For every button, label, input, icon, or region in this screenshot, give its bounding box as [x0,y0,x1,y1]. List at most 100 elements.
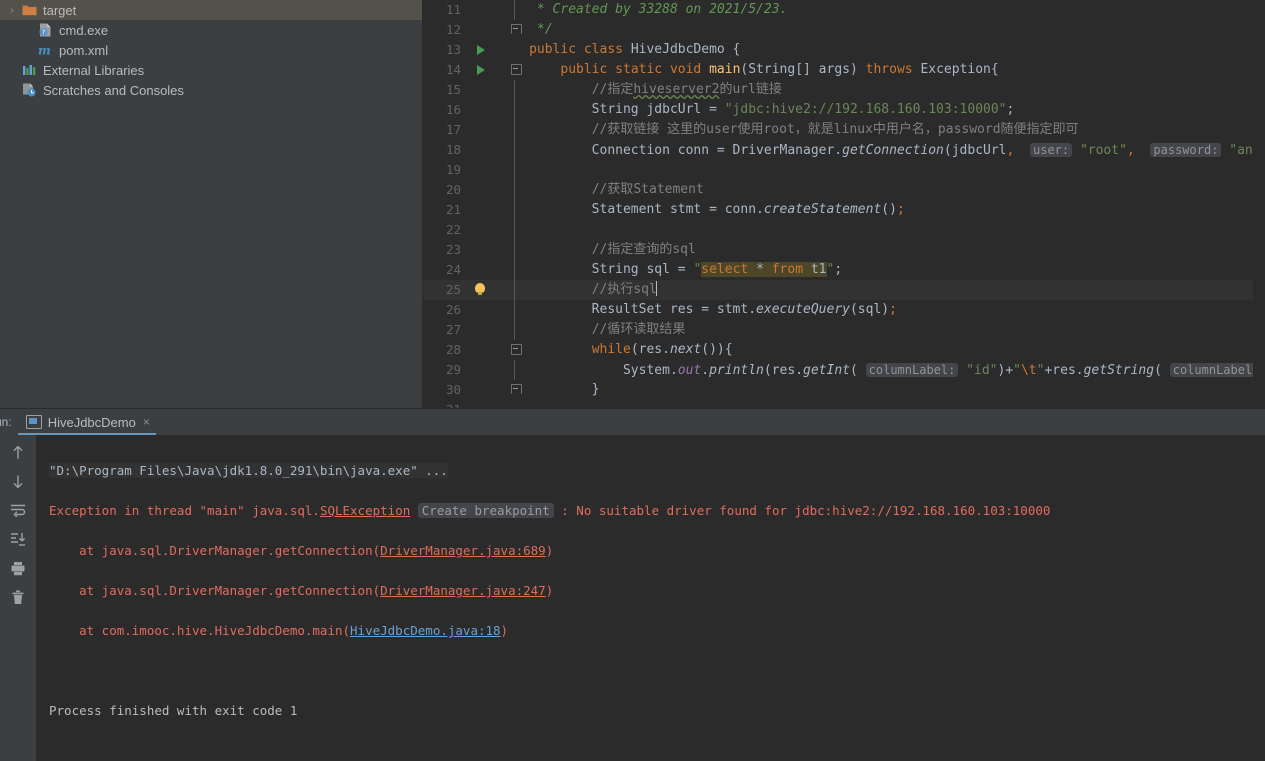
fold-marker-icon[interactable] [511,24,523,34]
fold-column[interactable] [511,60,523,80]
fold-column[interactable] [511,300,519,320]
gutter-icons[interactable] [467,380,511,400]
code-line[interactable]: 30 } [423,380,1265,400]
rerun-up-icon[interactable] [8,443,28,461]
fold-column[interactable] [511,280,519,300]
gutter-icons[interactable] [467,180,511,200]
fold-column[interactable] [511,20,523,40]
stack-link-current-file[interactable]: HiveJdbcDemo.java:18 [350,623,501,638]
gutter-icons[interactable] [467,300,511,320]
gutter-icons[interactable] [467,260,511,280]
console-output[interactable]: "D:\Program Files\Java\jdk1.8.0_291\bin\… [37,435,1265,761]
create-breakpoint-chip[interactable]: Create breakpoint [417,503,554,518]
code-line[interactable]: 26 ResultSet res = stmt.executeQuery(sql… [423,300,1265,320]
fold-column[interactable] [511,160,519,180]
chevron-right-icon[interactable]: › [4,5,20,16]
fold-column[interactable] [511,200,519,220]
code-line[interactable]: 20 //获取Statement [423,180,1265,200]
code-line[interactable]: 29 System.out.println(res.getInt( column… [423,360,1265,380]
fold-column[interactable] [511,320,519,340]
run-method-icon[interactable] [477,65,486,75]
fold-column[interactable] [511,180,519,200]
tree-item-cmd-exe[interactable]: ? cmd.exe [0,20,422,40]
fold-column[interactable] [511,140,519,160]
code-line[interactable]: 27 //循环读取结果 [423,320,1265,340]
code-line[interactable]: 11 * Created by 33288 on 2021/5/23. [423,0,1265,20]
scroll-to-end-icon[interactable] [8,530,28,548]
gutter-icons[interactable] [467,360,511,380]
fold-marker-icon[interactable] [511,344,523,355]
gutter-icons[interactable] [467,240,511,260]
fold-line [514,300,516,320]
code-text: Connection conn = DriverManager.getConne… [529,143,1265,158]
code-line[interactable]: 28 while(res.next()){ [423,340,1265,360]
stack-link[interactable]: DriverManager.java:689 [380,543,546,558]
gutter-icons[interactable] [467,60,511,80]
tree-item-scratches-and-consoles[interactable]: Scratches and Consoles [0,80,422,100]
code-line[interactable]: 16 String jdbcUrl = "jdbc:hive2://192.16… [423,100,1265,120]
code-line[interactable]: 22 [423,220,1265,240]
code-line[interactable]: 23 //指定查询的sql [423,240,1265,260]
tree-item-pom-xml[interactable]: m pom.xml [0,40,422,60]
fold-column[interactable] [511,240,519,260]
code-line-current[interactable]: 25 //执行sql [423,280,1265,300]
gutter-icons[interactable] [467,220,511,240]
stack-link[interactable]: DriverManager.java:247 [380,583,546,598]
fold-column[interactable] [511,340,523,360]
gutter-icons[interactable] [467,0,511,20]
fold-marker-icon[interactable] [511,64,523,75]
code-line[interactable]: 31 [423,400,1265,408]
tree-item-target[interactable]: › target [0,0,423,20]
folder-icon [20,2,38,18]
fold-column[interactable] [511,360,519,380]
code-line[interactable]: 18 Connection conn = DriverManager.getCo… [423,140,1265,160]
close-icon[interactable]: × [143,415,150,429]
code-line[interactable]: 15 //指定hiveserver2的url链接 [423,80,1265,100]
code-line[interactable]: 24 String sql = "select * from t1"; [423,260,1265,280]
gutter-icons[interactable] [467,400,511,408]
soft-wrap-icon[interactable] [8,501,28,519]
gutter-icons[interactable] [467,20,511,40]
fold-column[interactable] [511,100,519,120]
fold-column[interactable] [511,80,519,100]
fold-column[interactable] [511,40,519,60]
gutter-icons[interactable] [467,140,511,160]
clear-all-trash-icon[interactable] [8,588,28,606]
tree-item-label: pom.xml [59,42,109,58]
code-line[interactable]: 17 //获取链接 这里的user使用root，就是linux中用户名，pass… [423,120,1265,140]
run-toolbar [0,435,37,761]
code-line[interactable]: 21 Statement stmt = conn.createStatement… [423,200,1265,220]
fold-column[interactable] [511,400,519,408]
gutter-icons[interactable] [467,340,511,360]
gutter-icons[interactable] [467,280,511,300]
gutter-icons[interactable] [467,40,511,60]
gutter-icons[interactable] [467,200,511,220]
gutter-icons[interactable] [467,120,511,140]
editor-marker-gutter[interactable] [1253,0,1265,408]
sqlexception-link[interactable]: SQLException [320,503,410,518]
gutter-icons[interactable] [467,160,511,180]
gutter-icons[interactable] [467,100,511,120]
print-icon[interactable] [8,559,28,577]
code-line[interactable]: 19 [423,160,1265,180]
code-line[interactable]: 13 public class HiveJdbcDemo { [423,40,1265,60]
project-tool-window[interactable]: › target ? cmd.exe m pom.xml External Li… [0,0,424,408]
fold-column[interactable] [511,260,519,280]
fold-column[interactable] [511,0,519,20]
stop-down-icon[interactable] [8,472,28,490]
run-tab-hivejdbcdemo[interactable]: HiveJdbcDemo × [17,409,157,435]
text-caret [655,281,657,296]
gutter-icons[interactable] [467,320,511,340]
fold-column[interactable] [511,380,523,400]
code-editor[interactable]: 11 * Created by 33288 on 2021/5/23. 12 *… [423,0,1265,408]
code-line[interactable]: 14 public static void main(String[] args… [423,60,1265,80]
gutter-icons[interactable] [467,80,511,100]
tree-item-external-libraries[interactable]: External Libraries [0,60,422,80]
process-finished-text: Process finished with exit code 1 [49,703,298,718]
fold-column[interactable] [511,220,519,240]
fold-marker-icon[interactable] [511,384,523,394]
run-class-icon[interactable] [477,45,486,55]
fold-column[interactable] [511,120,519,140]
intention-bulb-icon[interactable] [475,283,486,295]
code-line[interactable]: 12 */ [423,20,1265,40]
